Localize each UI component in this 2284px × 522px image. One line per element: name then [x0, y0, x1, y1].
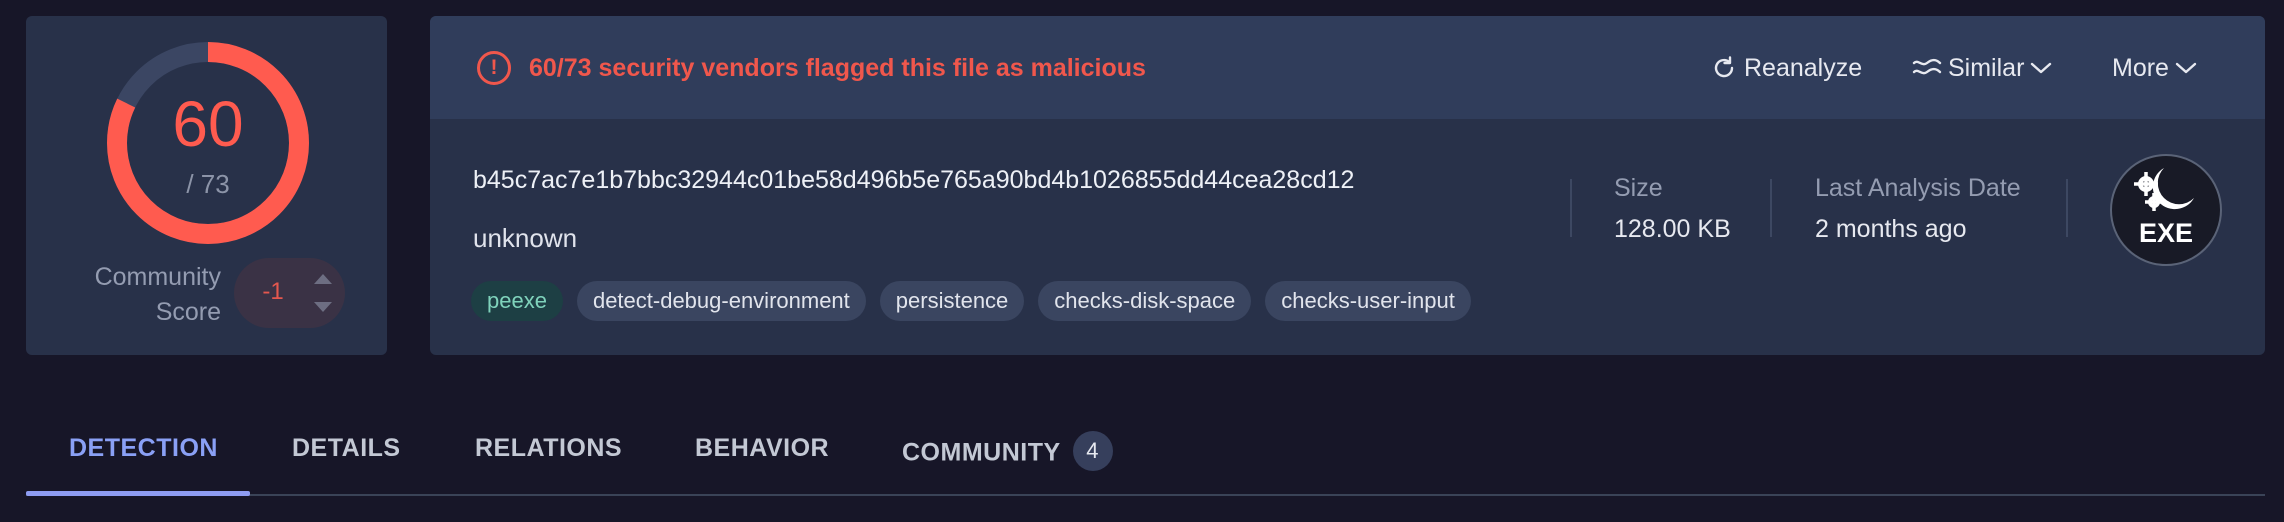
tag[interactable]: detect-debug-environment — [576, 281, 866, 321]
file-type: unknown — [473, 223, 578, 253]
file-type-badge: EXE — [2110, 154, 2222, 266]
tab-bar: DETECTION DETAILS RELATIONS BEHAVIOR COM… — [26, 398, 2265, 498]
upvote-icon[interactable] — [314, 274, 332, 284]
last-analysis-value: 2 months ago — [1815, 215, 1967, 243]
exe-label: EXE — [2138, 218, 2194, 248]
size-value: 128.00 KB — [1614, 215, 1731, 243]
more-button[interactable]: More — [2112, 48, 2197, 88]
tag[interactable]: peexe — [471, 281, 563, 321]
tab-details[interactable]: DETAILS — [292, 434, 401, 463]
tag[interactable]: persistence — [879, 281, 1025, 321]
tab-community[interactable]: COMMUNITY 4 — [902, 431, 1113, 474]
file-hash[interactable]: b45c7ac7e1b7bbc32944c01be58d496b5e765a90… — [473, 166, 1354, 195]
similar-label: Similar — [1948, 53, 2025, 82]
similar-button[interactable]: Similar — [1912, 48, 2052, 88]
malicious-alert-bar: ! 60/73 security vendors flagged this fi… — [430, 16, 2265, 119]
chevron-down-icon — [2031, 62, 2052, 74]
tab-bar-divider — [26, 494, 2265, 496]
downvote-icon[interactable] — [314, 302, 332, 312]
size-label: Size — [1614, 174, 1663, 202]
last-analysis-label: Last Analysis Date — [1815, 174, 2021, 202]
tab-relations[interactable]: RELATIONS — [475, 434, 622, 463]
chevron-down-icon — [2175, 62, 2197, 74]
detection-gauge: 60 / 73 — [106, 41, 310, 245]
tab-behavior[interactable]: BEHAVIOR — [695, 434, 829, 463]
divider — [1770, 179, 1772, 237]
detection-total: / 73 — [186, 169, 230, 199]
reanalyze-label: Reanalyze — [1744, 53, 1863, 82]
more-label: More — [2112, 53, 2169, 82]
tag-list: peexe detect-debug-environment persisten… — [471, 281, 1471, 321]
divider — [1570, 179, 1572, 237]
similar-icon — [1912, 58, 1942, 75]
detection-count: 60 — [172, 88, 244, 160]
gears-icon — [2134, 168, 2194, 211]
community-vote-control: -1 — [234, 258, 345, 328]
tab-community-label: COMMUNITY — [902, 438, 1061, 467]
alert-message: 60/73 security vendors flagged this file… — [529, 54, 1146, 82]
divider — [2066, 179, 2068, 237]
community-score-value: -1 — [262, 278, 284, 305]
community-count-badge: 4 — [1072, 431, 1113, 471]
exclamation-circle-icon: ! — [477, 51, 511, 85]
tag[interactable]: checks-user-input — [1265, 281, 1471, 321]
community-label-line2: Score — [155, 298, 221, 326]
tab-detection[interactable]: DETECTION — [69, 434, 218, 463]
active-tab-indicator — [26, 491, 250, 496]
community-score-label: Community Score — [95, 260, 221, 330]
tag[interactable]: checks-disk-space — [1038, 281, 1252, 321]
file-summary-card: ! 60/73 security vendors flagged this fi… — [430, 16, 2265, 355]
reanalyze-button[interactable]: Reanalyze — [1710, 48, 1868, 88]
community-label-line1: Community — [94, 263, 221, 291]
detection-score-card: 60 / 73 Community Score -1 — [26, 16, 387, 355]
refresh-icon — [1714, 56, 1734, 78]
